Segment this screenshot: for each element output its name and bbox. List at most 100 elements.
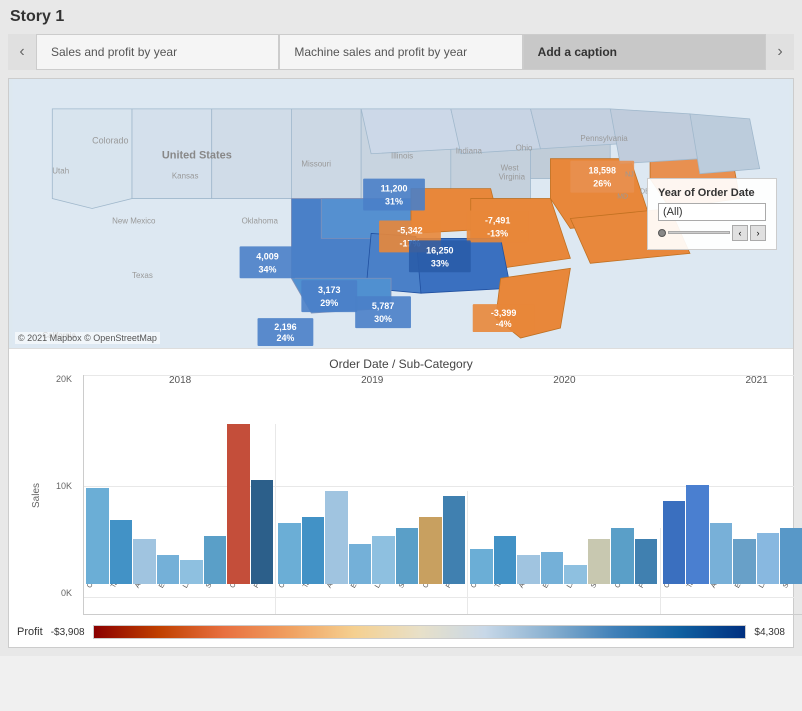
svg-text:Missouri: Missouri xyxy=(301,160,331,169)
bar-2019-tables[interactable] xyxy=(302,517,325,584)
bar-2019-art[interactable] xyxy=(325,491,348,584)
year-label-2019: 2019 xyxy=(276,375,468,391)
svg-text:-3,399: -3,399 xyxy=(491,308,516,318)
svg-text:30%: 30% xyxy=(374,314,392,324)
bar-2018-storage[interactable] xyxy=(204,536,227,584)
bar-group-2021 xyxy=(661,424,802,584)
bar-2018-labels[interactable] xyxy=(180,560,203,584)
y-tick-10k: 10K xyxy=(56,482,72,491)
bar-2019-storage[interactable] xyxy=(396,528,419,584)
svg-text:34%: 34% xyxy=(259,264,277,274)
chart-y-axis: 20K 10K 0K xyxy=(56,375,72,614)
svg-text:33%: 33% xyxy=(431,258,449,268)
bar-2021-tables[interactable] xyxy=(686,485,709,584)
outer-container: Story 1 ‹ Sales and profit by year Machi… xyxy=(0,0,802,656)
bar-2020-labels[interactable] xyxy=(564,565,587,584)
svg-text:Colorado: Colorado xyxy=(92,136,128,146)
year-label-2018: 2018 xyxy=(84,375,276,391)
x-label-group-2019: ChairsTablesArtEnvelopesLabelsStorageCop… xyxy=(276,584,468,614)
svg-text:Kansas: Kansas xyxy=(172,172,199,181)
story-title: Story 1 xyxy=(8,8,794,26)
svg-text:Texas: Texas xyxy=(132,271,153,280)
story-nav-item-3[interactable]: Add a caption xyxy=(523,34,766,70)
svg-text:Illinois: Illinois xyxy=(391,152,413,161)
x-label-group-2020: ChairsTablesArtEnvelopesLabelsStorageCop… xyxy=(468,584,660,614)
bar-2020-art[interactable] xyxy=(517,555,540,584)
year-label-2020: 2020 xyxy=(468,375,660,391)
svg-text:Indiana: Indiana xyxy=(456,147,483,156)
profit-label-title: Profit xyxy=(17,626,43,638)
chart-title: Order Date / Sub-Category xyxy=(21,357,781,371)
bar-2021-chairs[interactable] xyxy=(663,501,686,584)
profit-max: $4,308 xyxy=(754,627,785,638)
bar-2018-art[interactable] xyxy=(133,539,156,584)
bar-2018-chairs[interactable] xyxy=(86,488,109,584)
bar-group-2020 xyxy=(468,528,660,584)
y-axis-label: Sales xyxy=(31,482,42,507)
slider-prev-btn[interactable]: ‹ xyxy=(732,225,748,241)
bar-2019-chairs[interactable] xyxy=(278,523,301,584)
year-filter-title: Year of Order Date xyxy=(658,187,766,199)
chart-area: Sales 20K 10K 0K xyxy=(21,375,781,615)
bar-2018-tables[interactable] xyxy=(110,520,133,584)
x-label-group-2018: ChairsTablesArtEnvelopesLabelsStorageCop… xyxy=(84,584,276,614)
year-filter-value[interactable]: (All) xyxy=(658,203,766,221)
svg-text:2,196: 2,196 xyxy=(274,322,296,332)
profit-min: -$3,908 xyxy=(51,627,85,638)
svg-text:3,173: 3,173 xyxy=(318,285,340,295)
story-nav-items: Sales and profit by year Machine sales a… xyxy=(36,34,766,70)
svg-text:NJ: NJ xyxy=(625,172,634,179)
svg-text:29%: 29% xyxy=(320,298,338,308)
svg-text:Virginia: Virginia xyxy=(499,173,526,182)
story-nav-prev[interactable]: ‹ xyxy=(8,34,36,70)
svg-text:West: West xyxy=(501,164,520,173)
bar-2020-phones[interactable] xyxy=(635,539,658,584)
bar-2020-copiers[interactable] xyxy=(611,528,634,584)
svg-text:26%: 26% xyxy=(593,179,611,189)
map-section: 11,200 31% 18,598 26% -5,342 -17% -7,491… xyxy=(9,79,793,349)
slider-dot[interactable] xyxy=(658,229,666,237)
svg-text:-7,491: -7,491 xyxy=(485,215,510,225)
y-tick-0k: 0K xyxy=(56,589,72,598)
bar-2019-envelopes[interactable] xyxy=(349,544,372,584)
bar-2021-labels[interactable] xyxy=(757,533,780,584)
slider-next-btn[interactable]: › xyxy=(750,225,766,241)
profit-legend: Profit -$3,908 $4,308 xyxy=(9,619,793,647)
bar-2019-labels[interactable] xyxy=(372,536,395,584)
year-label-2021: 2021 xyxy=(661,375,802,391)
bar-2019-phones[interactable] xyxy=(443,496,466,584)
bar-2019-copiers[interactable] xyxy=(419,517,442,584)
bar-2020-envelopes[interactable] xyxy=(541,552,564,584)
svg-text:5,787: 5,787 xyxy=(372,301,394,311)
story-nav-next[interactable]: › xyxy=(766,34,794,70)
bar-2020-storage[interactable] xyxy=(588,539,611,584)
dashboard: 11,200 31% 18,598 26% -5,342 -17% -7,491… xyxy=(8,78,794,648)
story-nav-item-2[interactable]: Machine sales and profit by year xyxy=(279,34,522,70)
bar-2018-copiers[interactable] xyxy=(227,424,250,584)
slider-track[interactable] xyxy=(668,231,730,234)
year-filter: Year of Order Date (All) ‹ › xyxy=(647,178,777,250)
svg-text:New Mexico: New Mexico xyxy=(112,216,156,225)
bar-2021-storage[interactable] xyxy=(780,528,802,584)
bar-2018-envelopes[interactable] xyxy=(157,555,180,584)
bars-container xyxy=(84,391,802,584)
svg-text:4,009: 4,009 xyxy=(256,251,278,261)
bar-group-2019 xyxy=(276,491,468,584)
bar-2021-envelopes[interactable] xyxy=(733,539,756,584)
svg-text:-4%: -4% xyxy=(496,319,512,329)
svg-text:MD: MD xyxy=(617,194,628,201)
svg-text:31%: 31% xyxy=(385,197,403,207)
bar-2018-phones[interactable] xyxy=(251,480,274,584)
svg-text:24%: 24% xyxy=(276,333,294,343)
bar-2020-chairs[interactable] xyxy=(470,549,493,584)
svg-text:Oklahoma: Oklahoma xyxy=(242,216,279,225)
svg-text:Pennsylvania: Pennsylvania xyxy=(580,134,628,143)
svg-text:18,598: 18,598 xyxy=(589,166,616,176)
story-nav-item-1[interactable]: Sales and profit by year xyxy=(36,34,279,70)
svg-text:-5,342: -5,342 xyxy=(397,225,422,235)
bar-2021-art[interactable] xyxy=(710,523,733,584)
x-label-group-2021: ChairsTablesArtEnvelopesLabelsStorageCop… xyxy=(661,584,802,614)
svg-text:-13%: -13% xyxy=(487,228,508,238)
bar-2020-tables[interactable] xyxy=(494,536,517,584)
x-labels-row: ChairsTablesArtEnvelopesLabelsStorageCop… xyxy=(84,584,802,614)
